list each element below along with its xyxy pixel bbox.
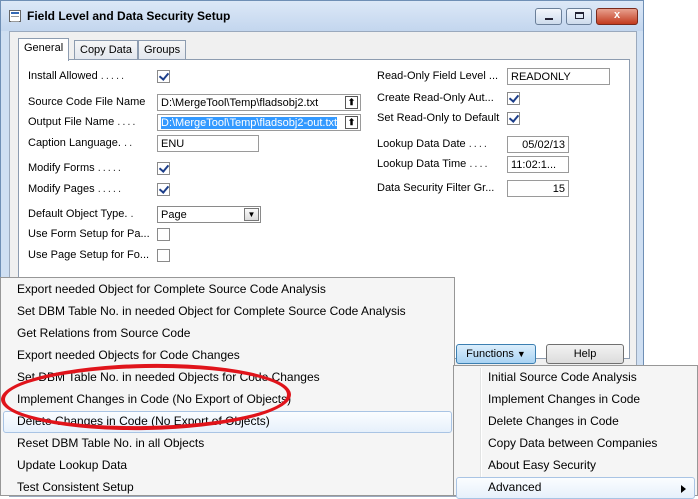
submenu-item[interactable]: Delete Changes in Code — [456, 411, 695, 433]
minimize-icon — [545, 18, 553, 20]
default-object-type-dropdown[interactable]: Page ▼ — [157, 206, 261, 223]
tab-general[interactable]: General — [18, 38, 70, 61]
menu-item[interactable]: Implement Changes in Code (No Export of … — [3, 389, 452, 411]
lookup-data-time-field[interactable]: 11:02:1... — [507, 156, 569, 173]
title-bar[interactable]: Field Level and Data Security Setup x — [1, 1, 643, 31]
menu-item[interactable]: Get Relations from Source Code — [3, 323, 452, 345]
app-icon — [9, 10, 21, 22]
install-allowed-label: Install Allowed ..... — [28, 70, 127, 82]
tab-groups[interactable]: Groups — [138, 40, 187, 60]
data-security-filter-field[interactable]: 15 — [507, 180, 569, 197]
upload-icon[interactable]: ⬆ — [345, 116, 358, 129]
tab-copy-data[interactable]: Copy Data — [74, 40, 138, 60]
functions-button[interactable]: Functions ▼ — [456, 344, 536, 364]
modify-pages-label: Modify Pages ..... — [28, 183, 123, 195]
submenu-item[interactable]: Copy Data between Companies — [456, 433, 695, 455]
use-form-setup-label: Use Form Setup for Pa... — [28, 228, 150, 240]
maximize-button[interactable] — [566, 8, 592, 25]
submenu-item[interactable]: Implement Changes in Code — [456, 389, 695, 411]
source-code-file-name-label: Source Code File Name — [28, 96, 146, 108]
modify-pages-checkbox[interactable] — [157, 183, 170, 196]
data-security-filter-label: Data Security Filter Gr... — [377, 182, 495, 194]
create-read-only-checkbox[interactable] — [507, 92, 520, 105]
menu-item[interactable]: Set DBM Table No. in needed Objects for … — [3, 367, 452, 389]
use-form-setup-checkbox[interactable] — [157, 228, 170, 241]
read-only-field-level-field[interactable]: READONLY — [507, 68, 610, 85]
menu-item[interactable]: Export needed Object for Complete Source… — [3, 279, 452, 301]
use-page-setup-checkbox[interactable] — [157, 249, 170, 262]
default-object-type-label: Default Object Type. . — [28, 208, 136, 220]
close-icon: x — [613, 9, 621, 21]
close-button[interactable]: x — [596, 8, 638, 25]
source-code-file-name-field[interactable]: D:\MergeTool\Temp\fladsobj2.txt — [157, 94, 361, 111]
lookup-data-date-label: Lookup Data Date .... — [377, 138, 489, 150]
use-page-setup-label: Use Page Setup for Fo... — [28, 249, 150, 261]
help-button[interactable]: Help — [546, 344, 624, 364]
read-only-field-level-label: Read-Only Field Level ... — [377, 70, 499, 82]
menu-item-hovered[interactable]: Delete Changes in Code (No Export of Obj… — [3, 411, 452, 433]
upload-icon[interactable]: ⬆ — [345, 96, 358, 109]
functions-submenu: Initial Source Code Analysis Implement C… — [453, 365, 698, 499]
caption-language-field[interactable]: ENU — [157, 135, 259, 152]
menu-item[interactable]: Reset DBM Table No. in all Objects — [3, 433, 452, 455]
submenu-item[interactable]: About Easy Security — [456, 455, 695, 477]
submenu-item[interactable]: Initial Source Code Analysis — [456, 367, 695, 389]
chevron-down-icon[interactable]: ▼ — [244, 208, 259, 221]
modify-forms-label: Modify Forms ..... — [28, 162, 123, 174]
set-read-only-default-checkbox[interactable] — [507, 112, 520, 125]
chevron-down-icon: ▼ — [516, 349, 526, 359]
menu-item[interactable]: Set DBM Table No. in needed Object for C… — [3, 301, 452, 323]
create-read-only-aut-label: Create Read-Only Aut... — [377, 92, 494, 104]
set-read-only-default-label: Set Read-Only to Default — [377, 112, 500, 124]
lookup-data-date-field[interactable]: 05/02/13 — [507, 136, 569, 153]
output-file-name-field[interactable]: D:\MergeTool\Temp\fladsobj2-out.txt — [157, 114, 361, 131]
maximize-icon — [575, 12, 584, 19]
window-title: Field Level and Data Security Setup — [27, 9, 231, 23]
menu-item[interactable]: Export needed Objects for Code Changes — [3, 345, 452, 367]
output-file-name-label: Output File Name .... — [28, 116, 138, 128]
menu-item[interactable]: Update Lookup Data — [3, 455, 452, 477]
functions-menu: Export needed Object for Complete Source… — [0, 277, 455, 496]
caption-language-label: Caption Language. .. — [28, 137, 135, 149]
minimize-button[interactable] — [535, 8, 562, 25]
modify-forms-checkbox[interactable] — [157, 162, 170, 175]
lookup-data-time-label: Lookup Data Time .... — [377, 158, 490, 170]
chevron-right-icon — [681, 485, 686, 493]
install-allowed-checkbox[interactable] — [157, 70, 170, 83]
